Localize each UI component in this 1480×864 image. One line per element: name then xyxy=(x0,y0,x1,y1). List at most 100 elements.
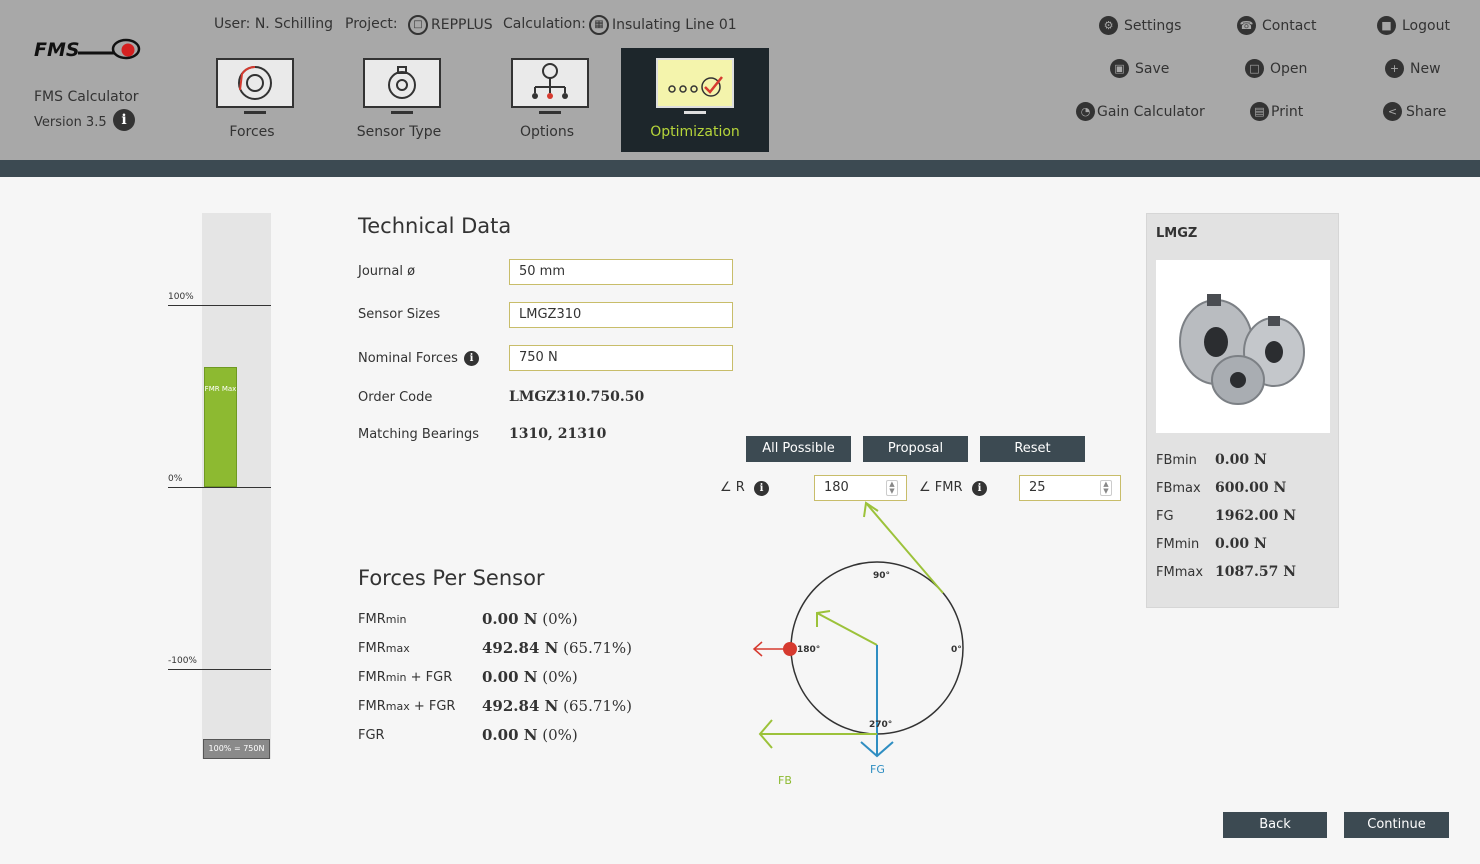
r-point-marker xyxy=(783,642,797,656)
lock-icon: ■ xyxy=(1377,16,1396,35)
nominal-forces-field[interactable]: 750 N xyxy=(509,345,733,371)
tab-forces-label: Forces xyxy=(229,124,275,140)
gauge-label-top: 100% xyxy=(168,292,194,302)
print-button[interactable]: ▤ Print xyxy=(1250,102,1303,121)
fmr-max-bar-label: FMR Max xyxy=(204,385,237,394)
angle-fmr-info-icon[interactable]: i xyxy=(972,481,987,496)
settings-button[interactable]: ⚙ Settings xyxy=(1099,16,1181,35)
folder-icon: □ xyxy=(408,15,428,35)
matching-bearings-value: 1310, 21310 xyxy=(509,426,607,442)
user-label: User: N. Schilling xyxy=(214,16,333,32)
angle-fmr-stepper[interactable]: 25 ▲ ▼ xyxy=(1019,475,1121,501)
order-code-label: Order Code xyxy=(358,390,433,405)
spec-label: FBmax xyxy=(1156,481,1201,496)
spec-value: 0.00 N xyxy=(1215,536,1267,552)
force-row-label: FGR xyxy=(358,728,385,743)
calculator-icon: ▦ xyxy=(589,15,609,35)
deg-0-label: 0° xyxy=(951,645,962,655)
spec-label: FMmax xyxy=(1156,565,1204,580)
deg-180-label: 180° xyxy=(797,645,820,655)
continue-button[interactable]: Continue xyxy=(1344,812,1449,838)
force-row-label: FMRmin + FGR xyxy=(358,670,453,685)
stepper-arrows-icon[interactable]: ▲ ▼ xyxy=(1100,480,1112,496)
gauge-line-bottom xyxy=(168,669,271,670)
gear-icon: ⚙ xyxy=(1099,16,1118,35)
technical-data-title: Technical Data xyxy=(358,214,512,238)
spec-value: 1962.00 N xyxy=(1215,508,1296,524)
project-value: REPPLUS xyxy=(431,17,493,33)
share-button[interactable]: < Share xyxy=(1383,102,1446,121)
calculation-link[interactable]: ▦ Insulating Line 01 xyxy=(589,15,737,35)
reset-button[interactable]: Reset xyxy=(980,436,1085,462)
back-button[interactable]: Back xyxy=(1223,812,1327,838)
angle-r-label: ∠ R xyxy=(720,480,745,495)
sensor-sizes-field[interactable]: LMGZ310 xyxy=(509,302,733,328)
spec-label: FBmin xyxy=(1156,453,1197,468)
save-button[interactable]: ▣ Save xyxy=(1110,59,1169,78)
gauge-scale-label: 100% = 750N xyxy=(203,739,270,759)
spec-value: 0.00 N xyxy=(1215,452,1267,468)
order-code-value: LMGZ310.750.50 xyxy=(509,389,645,405)
force-row-value: 492.84 N (65.71%) xyxy=(482,697,633,715)
tab-forces[interactable]: Forces xyxy=(178,48,326,152)
new-file-icon: + xyxy=(1385,59,1404,78)
spec-value: 1087.57 N xyxy=(1215,564,1296,580)
gauge-label-bottom: -100% xyxy=(168,656,197,666)
fb-label: FB xyxy=(778,774,792,787)
new-button[interactable]: + New xyxy=(1385,59,1441,78)
nominal-forces-label: Nominal Forces xyxy=(358,351,458,366)
tab-optimization-label: Optimization xyxy=(650,124,740,140)
fms-logo: FMS xyxy=(34,38,141,61)
matching-bearings-label: Matching Bearings xyxy=(358,427,480,442)
spec-label: FG xyxy=(1156,509,1174,524)
spec-label: FMmin xyxy=(1156,537,1200,552)
share-icon: < xyxy=(1383,102,1402,121)
project-link[interactable]: □ REPPLUS xyxy=(408,15,493,35)
proposal-button[interactable]: Proposal xyxy=(863,436,968,462)
header-strip xyxy=(0,160,1480,177)
tab-sensor-type[interactable]: Sensor Type xyxy=(325,48,473,152)
app-version: Version 3.5 xyxy=(34,115,107,130)
optimization-icon xyxy=(656,58,734,108)
app-name: FMS Calculator xyxy=(34,89,139,105)
force-row-value: 0.00 N (0%) xyxy=(482,668,578,686)
logout-button[interactable]: ■ Logout xyxy=(1377,16,1450,35)
gauge-icon: ◔ xyxy=(1076,102,1095,121)
contact-button[interactable]: ☎ Contact xyxy=(1237,16,1316,35)
open-button[interactable]: □ Open xyxy=(1245,59,1307,78)
gauge-line-zero xyxy=(168,487,271,488)
nominal-forces-info-icon[interactable]: i xyxy=(464,351,479,366)
stepper-arrows-icon[interactable]: ▲ ▼ xyxy=(886,480,898,496)
force-row-label: FMRmax + FGR xyxy=(358,699,456,714)
force-row-value: 0.00 N (0%) xyxy=(482,610,578,628)
gauge-label-zero: 0% xyxy=(168,474,183,484)
angle-icon: ∠ xyxy=(720,480,732,495)
journal-label: Journal ø xyxy=(358,264,416,279)
all-possible-button[interactable]: All Possible xyxy=(746,436,851,462)
tab-options[interactable]: Options xyxy=(473,48,621,152)
svg-text:FMS: FMS xyxy=(34,39,80,61)
deg-270-label: 270° xyxy=(869,720,892,730)
printer-icon: ▤ xyxy=(1250,102,1269,121)
fmr-inner-arrow-line xyxy=(816,612,878,646)
angle-fmr-label: ∠ FMR xyxy=(919,480,963,495)
spec-value: 600.00 N xyxy=(1215,480,1287,496)
save-icon: ▣ xyxy=(1110,59,1129,78)
fg-label: FG xyxy=(870,763,885,776)
force-diagram: 90° 0° 180° 270° FB FG xyxy=(752,501,964,787)
force-row-value: 0.00 N (0%) xyxy=(482,726,578,744)
tab-sensor-type-label: Sensor Type xyxy=(356,124,442,140)
gauge-line-top xyxy=(168,305,271,306)
angle-icon: ∠ xyxy=(919,480,931,495)
journal-field[interactable]: 50 mm xyxy=(509,259,733,285)
sensor-type-icon xyxy=(363,58,441,108)
version-info-icon[interactable]: i xyxy=(113,109,135,131)
angle-r-info-icon[interactable]: i xyxy=(754,481,769,496)
force-row-value: 492.84 N (65.71%) xyxy=(482,639,633,657)
tab-optimization[interactable]: Optimization xyxy=(621,48,769,152)
deg-90-label: 90° xyxy=(873,571,890,581)
gain-calculator-button[interactable]: ◔ Gain Calculator xyxy=(1076,102,1205,121)
force-row-label: FMRmax xyxy=(358,641,410,656)
forces-icon xyxy=(216,58,294,108)
project-label: Project: xyxy=(345,16,398,32)
